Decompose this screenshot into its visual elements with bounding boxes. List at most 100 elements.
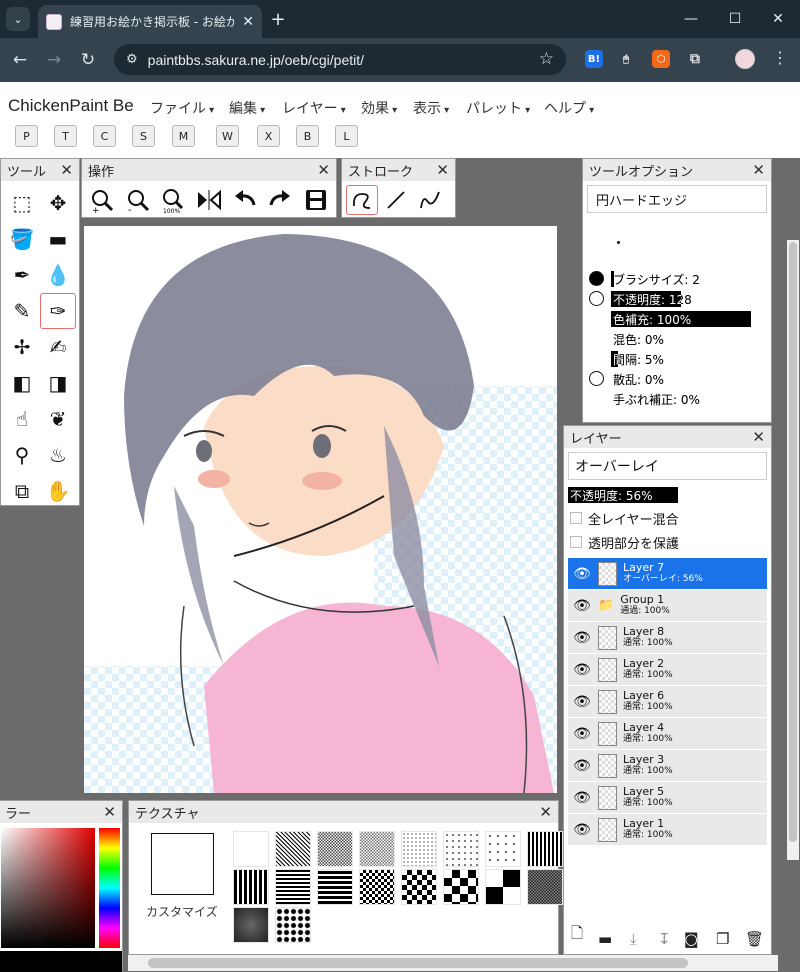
close-icon[interactable]: ✕ bbox=[103, 803, 116, 821]
palette-toggle-b[interactable]: B bbox=[296, 125, 319, 147]
site-info-icon[interactable]: ⚙ bbox=[126, 52, 138, 67]
back-button[interactable]: ← bbox=[8, 48, 32, 72]
vertical-scrollbar[interactable] bbox=[787, 240, 799, 860]
new-layer-icon[interactable]: 🗋 bbox=[571, 923, 583, 948]
shield-icon[interactable]: ⬡ bbox=[652, 50, 670, 68]
profile-avatar[interactable] bbox=[735, 49, 755, 69]
bezier-curve-icon[interactable] bbox=[414, 185, 446, 215]
pencil-icon[interactable]: ✎ bbox=[4, 293, 40, 329]
horizontal-scrollbar[interactable] bbox=[128, 955, 778, 971]
reload-button[interactable]: ↻ bbox=[76, 48, 100, 72]
freehand-curve-icon[interactable] bbox=[346, 185, 378, 215]
visibility-eye-icon[interactable]: 👁 bbox=[572, 790, 592, 806]
texture-swatch[interactable] bbox=[443, 831, 479, 867]
visibility-eye-icon[interactable]: 👁 bbox=[572, 566, 592, 582]
option-slider[interactable]: 混色: 0% bbox=[611, 329, 751, 349]
water-drop-icon[interactable]: 💧 bbox=[40, 257, 76, 293]
visibility-eye-icon[interactable]: 👁 bbox=[572, 598, 592, 614]
layer-row[interactable]: 👁 Layer 6 通常: 100% bbox=[568, 686, 767, 718]
move-icon[interactable]: ✥ bbox=[40, 185, 76, 221]
hand-icon[interactable]: ✋ bbox=[40, 473, 76, 509]
visibility-eye-icon[interactable]: 👁 bbox=[572, 630, 592, 646]
close-icon[interactable]: ✕ bbox=[60, 161, 73, 179]
palette-toggle-x[interactable]: X bbox=[257, 125, 280, 147]
omnibox[interactable]: ⚙ paintbbs.sakura.ne.jp/oeb/cgi/petit/ ☆ bbox=[114, 44, 566, 75]
menu-effect[interactable]: 効果 bbox=[361, 98, 397, 118]
straight-line-icon[interactable] bbox=[380, 185, 412, 215]
texture-swatch[interactable] bbox=[359, 831, 395, 867]
texture-swatch[interactable] bbox=[485, 869, 521, 905]
texture-swatch[interactable] bbox=[275, 869, 311, 905]
zoom-100-icon[interactable]: 100% bbox=[157, 185, 189, 215]
texture-swatch[interactable] bbox=[233, 831, 269, 867]
tools-palette-header[interactable]: ツール ✕ bbox=[1, 159, 79, 181]
pressure-toggle-icon[interactable] bbox=[589, 291, 604, 306]
layer-row[interactable]: 👁 Layer 8 通常: 100% bbox=[568, 622, 767, 654]
color-palette-header[interactable]: ラー ✕ bbox=[0, 801, 122, 823]
zoom-out-icon[interactable]: - bbox=[122, 185, 154, 215]
texture-swatch[interactable] bbox=[233, 907, 269, 943]
option-slider[interactable]: 散乱: 0% bbox=[589, 369, 751, 389]
drawing-canvas[interactable] bbox=[84, 226, 557, 793]
brush-tip-select[interactable]: 円ハードエッジ bbox=[587, 185, 767, 213]
layer-row[interactable]: 👁 Layer 2 通常: 100% bbox=[568, 654, 767, 686]
option-slider[interactable]: 色補充: 100% bbox=[611, 309, 751, 329]
customize-label[interactable]: カスタマイズ bbox=[146, 903, 218, 920]
flood-fill-icon[interactable]: 🪣 bbox=[4, 221, 40, 257]
duplicate-icon[interactable]: ❐ bbox=[716, 930, 729, 948]
flip-horizontal-icon[interactable] bbox=[193, 185, 225, 215]
visibility-eye-icon[interactable]: 👁 bbox=[572, 758, 592, 774]
checkbox-box[interactable] bbox=[570, 512, 582, 524]
minimize-button[interactable]: — bbox=[680, 8, 702, 30]
new-group-icon[interactable]: ▬ bbox=[598, 930, 612, 948]
maximize-button[interactable]: ☐ bbox=[724, 8, 746, 30]
soft-eraser-icon[interactable]: ◨ bbox=[40, 365, 76, 401]
close-window-button[interactable]: ✕ bbox=[767, 8, 789, 30]
texture-swatch[interactable] bbox=[443, 869, 479, 905]
pressure-toggle-icon[interactable] bbox=[589, 371, 604, 386]
close-icon[interactable]: ✕ bbox=[317, 161, 330, 179]
layers-palette-header[interactable]: レイヤー ✕ bbox=[564, 426, 771, 448]
texture-swatch[interactable] bbox=[485, 831, 521, 867]
rect-select-icon[interactable]: ⬚ bbox=[4, 185, 40, 221]
layer-opacity-slider[interactable]: 不透明度: 56% bbox=[568, 484, 767, 506]
menu-file[interactable]: ファイル bbox=[150, 98, 214, 118]
texture-preview[interactable] bbox=[151, 833, 214, 895]
option-slider[interactable]: ブラシサイズ: 2 bbox=[589, 269, 751, 289]
layer-row[interactable]: 👁 Layer 1 通常: 100% bbox=[568, 814, 767, 846]
eraser-icon[interactable]: ◧ bbox=[4, 365, 40, 401]
palette-toggle-p[interactable]: P bbox=[15, 125, 38, 147]
pen-icon[interactable]: ✑ bbox=[40, 293, 76, 329]
folder-icon[interactable]: 📁 bbox=[598, 598, 614, 613]
layer-row[interactable]: 👁 Layer 3 通常: 100% bbox=[568, 750, 767, 782]
close-icon[interactable]: ✕ bbox=[436, 161, 449, 179]
close-icon[interactable]: ✕ bbox=[539, 803, 552, 821]
merge-visible-icon[interactable]: ↧ bbox=[658, 930, 671, 948]
vertical-scroll-thumb[interactable] bbox=[789, 242, 797, 842]
bookmark-star-icon[interactable]: ☆ bbox=[539, 49, 554, 69]
dodge-icon[interactable]: ⚲ bbox=[4, 437, 40, 473]
texture-swatch[interactable] bbox=[275, 831, 311, 867]
option-slider[interactable]: 間隔: 5% bbox=[611, 349, 751, 369]
airbrush-icon[interactable]: ✢ bbox=[4, 329, 40, 365]
menu-help[interactable]: ヘルプ bbox=[544, 98, 594, 118]
texture-swatch[interactable] bbox=[527, 869, 563, 905]
palette-toggle-t[interactable]: T bbox=[54, 125, 77, 147]
redo-icon[interactable] bbox=[265, 185, 297, 215]
browser-tab[interactable]: 練習用お絵かき掲示板 - お絵かき ✕ bbox=[38, 5, 262, 38]
palette-toggle-l[interactable]: L bbox=[335, 125, 358, 147]
undo-icon[interactable] bbox=[229, 185, 261, 215]
visibility-eye-icon[interactable]: 👁 bbox=[572, 726, 592, 742]
lock-alpha-checkbox[interactable]: 透明部分を保護 bbox=[564, 530, 771, 554]
option-slider[interactable]: 不透明度: 128 bbox=[589, 289, 751, 309]
visibility-eye-icon[interactable]: 👁 bbox=[572, 694, 592, 710]
saturation-value-picker[interactable] bbox=[1, 828, 95, 948]
texture-swatch[interactable] bbox=[527, 831, 563, 867]
zoom-in-icon[interactable]: + bbox=[86, 185, 118, 215]
menu-view[interactable]: 表示 bbox=[413, 98, 449, 118]
texture-swatch[interactable] bbox=[359, 869, 395, 905]
texture-palette-header[interactable]: テクスチャ ✕ bbox=[129, 801, 558, 823]
menu-edit[interactable]: 編集 bbox=[229, 98, 265, 118]
visibility-eye-icon[interactable]: 👁 bbox=[572, 662, 592, 678]
layer-row[interactable]: 👁 Layer 4 通常: 100% bbox=[568, 718, 767, 750]
